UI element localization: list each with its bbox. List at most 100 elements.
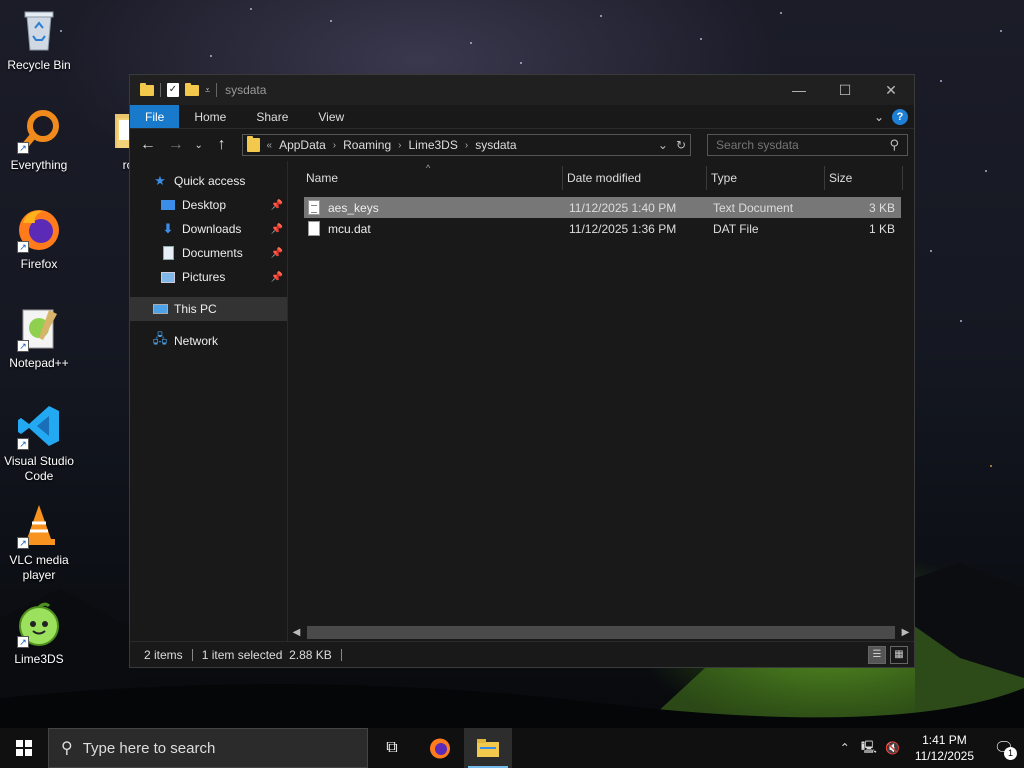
- notification-center-button[interactable]: 🗨 1: [984, 728, 1024, 768]
- back-button[interactable]: ←: [136, 133, 160, 157]
- properties-icon[interactable]: ✓: [167, 83, 179, 97]
- network-icon: 🖧: [152, 331, 168, 346]
- file-row-mcu-dat[interactable]: mcu.dat 11/12/2025 1:36 PM DAT File 1 KB: [304, 218, 901, 239]
- desktop-icon-notepad-plus-plus[interactable]: ↗ Notepad++: [0, 304, 78, 371]
- tab-file[interactable]: File: [130, 105, 180, 128]
- expand-ribbon-icon[interactable]: ⌄: [874, 110, 884, 124]
- breadcrumb-lime3ds[interactable]: Lime3DS: [408, 138, 457, 152]
- address-bar[interactable]: « AppData › Roaming › Lime3DS › sysdata …: [241, 134, 692, 156]
- tab-home[interactable]: Home: [179, 105, 241, 128]
- recent-locations-button[interactable]: ⌄: [192, 133, 206, 157]
- taskbar: ⚲ Type here to search ⧉ ⌃ 🖳 🔇 1:41 PM 11…: [0, 728, 1024, 768]
- pin-icon[interactable]: 📌: [271, 200, 283, 211]
- taskbar-firefox[interactable]: [416, 728, 464, 768]
- toolbar-divider: [216, 83, 218, 97]
- scroll-left-icon[interactable]: ◀: [288, 627, 305, 638]
- file-date: 11/12/2025 1:36 PM: [569, 221, 677, 236]
- minimize-button[interactable]: —: [776, 75, 822, 105]
- column-name[interactable]: Name: [302, 166, 563, 190]
- windows-logo-icon: [16, 740, 32, 756]
- large-icons-view-icon[interactable]: ▦: [890, 645, 908, 664]
- volume-muted-icon[interactable]: 🔇: [881, 741, 905, 755]
- pin-icon[interactable]: 📌: [271, 272, 283, 283]
- scroll-right-icon[interactable]: ▶: [897, 627, 914, 638]
- column-date-modified[interactable]: Date modified: [563, 166, 707, 190]
- desktop-folder-icon: [160, 197, 176, 213]
- nav-desktop[interactable]: Desktop 📌: [130, 193, 287, 217]
- recycle-bin-icon: [15, 6, 63, 54]
- column-type[interactable]: Type: [707, 166, 825, 190]
- search-input[interactable]: [716, 138, 890, 152]
- everything-search-icon: ↗: [15, 106, 63, 154]
- folder-icon: [140, 82, 154, 96]
- new-folder-icon[interactable]: [185, 82, 199, 96]
- help-icon[interactable]: ?: [892, 108, 908, 125]
- breadcrumb-roaming[interactable]: Roaming: [343, 138, 391, 152]
- close-button[interactable]: ✕: [868, 75, 914, 105]
- shortcut-arrow-icon: ↗: [17, 340, 29, 352]
- customize-toolbar-icon[interactable]: ⩡: [205, 85, 210, 96]
- maximize-button[interactable]: ☐: [822, 75, 868, 105]
- address-dropdown-icon[interactable]: ⌄: [658, 138, 668, 152]
- shortcut-arrow-icon: ↗: [17, 438, 29, 450]
- nav-documents[interactable]: Documents 📌: [130, 241, 287, 265]
- shortcut-arrow-icon: ↗: [17, 241, 29, 253]
- documents-icon: [160, 245, 176, 261]
- task-view-button[interactable]: ⧉: [368, 728, 416, 768]
- file-name: mcu.dat: [328, 221, 371, 236]
- forward-button[interactable]: →: [164, 133, 188, 157]
- taskbar-search[interactable]: ⚲ Type here to search: [48, 728, 368, 768]
- breadcrumb-appdata[interactable]: AppData: [279, 138, 326, 152]
- start-button[interactable]: [0, 728, 48, 768]
- desktop-icon-firefox[interactable]: ↗ Firefox: [0, 205, 78, 272]
- star-icon: ★: [154, 173, 166, 188]
- horizontal-scrollbar[interactable]: ◀ ▶: [288, 624, 914, 641]
- file-type: DAT File: [713, 221, 759, 236]
- show-hidden-icons-icon[interactable]: ⌃: [833, 741, 857, 755]
- shortcut-arrow-icon: ↗: [17, 537, 29, 549]
- notepad-plus-plus-icon: ↗: [15, 304, 63, 352]
- refresh-icon[interactable]: ↻: [676, 138, 686, 152]
- system-tray: ⌃ 🖳 🔇 1:41 PM 11/12/2025 🗨 1: [833, 728, 1024, 768]
- desktop-icon-lime3ds[interactable]: ↗ Lime3DS: [0, 600, 78, 667]
- nav-downloads[interactable]: ⬇ Downloads 📌: [130, 217, 287, 241]
- search-box[interactable]: ⚲: [707, 134, 908, 156]
- network-status-icon[interactable]: 🖳: [857, 738, 881, 759]
- desktop-icon-label: VLC media player: [9, 553, 69, 582]
- up-button[interactable]: ↑: [210, 133, 234, 157]
- breadcrumb-sysdata[interactable]: sysdata: [475, 138, 516, 152]
- desktop-icon-vscode[interactable]: ↗ Visual Studio Code: [0, 402, 78, 484]
- pin-icon[interactable]: 📌: [271, 248, 283, 259]
- desktop-icon-recycle-bin[interactable]: Recycle Bin: [0, 6, 78, 73]
- desktop-icon-vlc[interactable]: ↗ VLC media player: [0, 501, 78, 583]
- clock[interactable]: 1:41 PM 11/12/2025: [905, 732, 984, 764]
- taskbar-file-explorer[interactable]: [464, 728, 512, 768]
- nav-pictures[interactable]: Pictures 📌: [130, 265, 287, 289]
- selection-info: 1 item selected 2.88 KB: [201, 647, 332, 662]
- details-view-icon[interactable]: ☰: [868, 645, 886, 664]
- nav-network[interactable]: 🖧 Network: [130, 329, 287, 353]
- tab-share[interactable]: Share: [241, 105, 303, 128]
- nav-quick-access[interactable]: ★ Quick access: [130, 169, 287, 193]
- scrollbar-thumb[interactable]: [307, 626, 895, 639]
- title-bar[interactable]: ✓ ⩡ sysdata — ☐ ✕: [130, 75, 914, 105]
- overflow-chevron-icon[interactable]: «: [267, 140, 273, 151]
- item-count: 2 items: [144, 647, 183, 662]
- tab-view[interactable]: View: [303, 105, 359, 128]
- text-document-icon: [308, 200, 320, 215]
- nav-label: This PC: [174, 302, 217, 316]
- nav-label: Pictures: [182, 270, 226, 284]
- status-divider: [191, 648, 193, 661]
- pin-icon[interactable]: 📌: [271, 224, 283, 235]
- nav-this-pc[interactable]: This PC: [130, 297, 287, 321]
- clock-time: 1:41 PM: [922, 733, 967, 747]
- chevron-right-icon: ›: [464, 139, 469, 151]
- file-row-aes-keys[interactable]: aes_keys 11/12/2025 1:40 PM Text Documen…: [304, 197, 901, 218]
- nav-label: Network: [174, 334, 219, 348]
- navigation-pane: ★ Quick access Desktop 📌 ⬇ Downloads 📌 D…: [130, 161, 288, 641]
- status-divider: [340, 648, 342, 661]
- lime3ds-icon: ↗: [15, 600, 63, 648]
- desktop-icon-everything[interactable]: ↗ Everything: [0, 106, 78, 173]
- column-size[interactable]: Size: [825, 166, 903, 190]
- computer-icon: [152, 301, 168, 317]
